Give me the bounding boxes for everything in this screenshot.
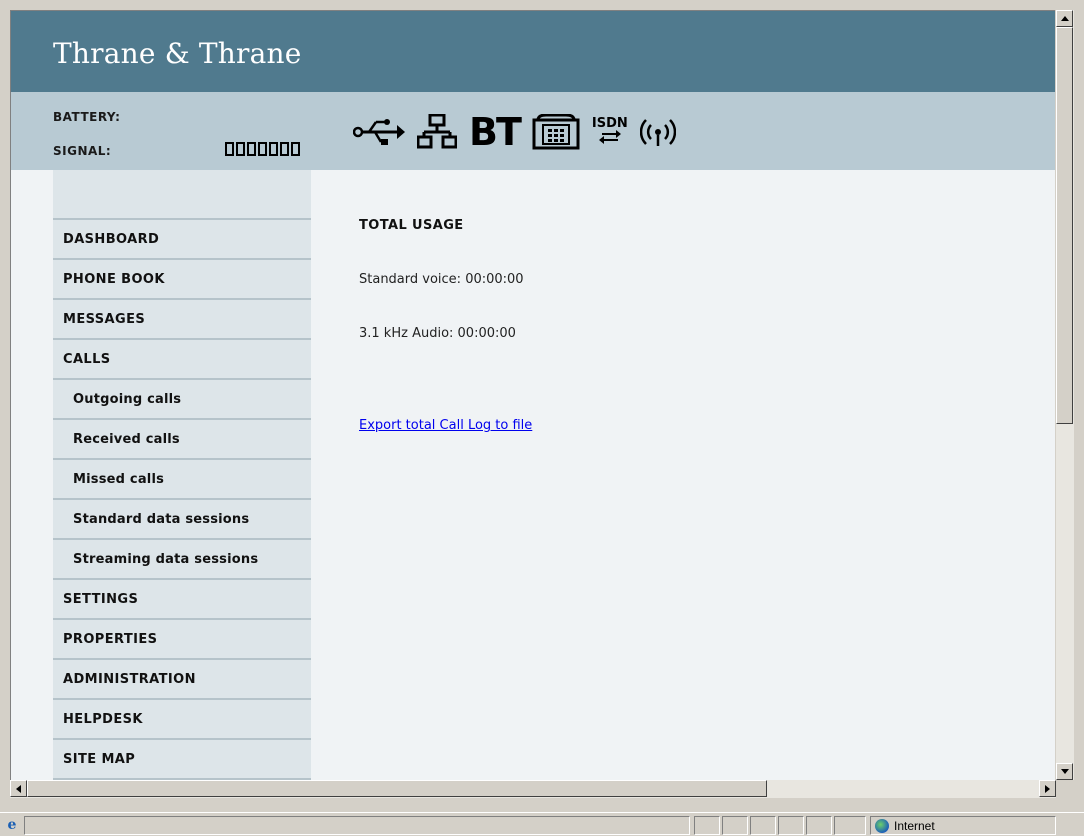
signal-strength-indicator [225,142,300,156]
isdn-icon: ISDN [592,117,628,147]
vertical-scrollbar[interactable] [1056,10,1074,780]
browser-status-bar: e Internet [0,812,1084,836]
horizontal-scrollbar[interactable] [10,780,1056,798]
status-panel [806,816,832,835]
zone-label: Internet [894,818,935,833]
sidebar-item-received-calls[interactable]: Received calls [53,418,311,458]
sidebar-item-settings[interactable]: SETTINGS [53,578,311,618]
sidebar-item-streaming-data-sessions[interactable]: Streaming data sessions [53,538,311,578]
scroll-down-button[interactable] [1056,763,1073,780]
sidebar-item-administration[interactable]: ADMINISTRATION [53,658,311,698]
sidebar-item-standard-data-sessions[interactable]: Standard data sessions [53,498,311,538]
status-panel [750,816,776,835]
sidebar-item-dashboard[interactable]: DASHBOARD [53,218,311,258]
audio-usage: 3.1 kHz Audio: 00:00:00 [359,326,516,341]
terminal-status-bar: BATTERY: SIGNAL: BT ISDN [11,92,1055,170]
sidebar-item-properties[interactable]: PROPERTIES [53,618,311,658]
sidebar-item-calls[interactable]: CALLS [53,338,311,378]
lan-icon [417,114,457,150]
status-panel [834,816,866,835]
status-panel [722,816,748,835]
bluetooth-icon: BT [469,110,522,154]
page-icon: e [7,817,17,833]
interface-icons: BT ISDN [353,110,676,154]
export-call-log-link[interactable]: Export total Call Log to file [359,418,532,433]
sidebar-nav: DASHBOARD PHONE BOOK MESSAGES CALLS Outg… [53,170,311,780]
status-panel [694,816,720,835]
security-zone: Internet [870,816,1056,835]
horizontal-scroll-thumb[interactable] [27,780,767,797]
header-banner: Thrane & Thrane [11,11,1055,92]
sidebar-item-messages[interactable]: MESSAGES [53,298,311,338]
sidebar-item-missed-calls[interactable]: Missed calls [53,458,311,498]
globe-icon [875,818,889,833]
scroll-right-button[interactable] [1039,780,1056,797]
status-text-panel [24,816,690,835]
isdn-label: ISDN [591,116,628,131]
scrollbar-corner [1056,780,1074,798]
phone-icon [532,114,580,150]
wlan-icon [639,114,676,150]
standard-voice-usage: Standard voice: 00:00:00 [359,272,524,287]
signal-label: SIGNAL: [53,144,112,158]
sidebar-item-outgoing-calls[interactable]: Outgoing calls [53,378,311,418]
sidebar-item-helpdesk[interactable]: HELPDESK [53,698,311,738]
battery-label: BATTERY: [53,110,121,124]
page-title: TOTAL USAGE [359,218,464,233]
sidebar-item-phone-book[interactable]: PHONE BOOK [53,258,311,298]
vertical-scroll-thumb[interactable] [1056,27,1073,424]
usb-icon [353,116,405,148]
sidebar-item-site-map[interactable]: SITE MAP [53,738,311,778]
browser-viewport: Thrane & Thrane BATTERY: SIGNAL: BT ISDN… [10,10,1055,780]
brand-logo: Thrane & Thrane [53,37,302,70]
status-panel [778,816,804,835]
scroll-left-button[interactable] [10,780,27,797]
scroll-up-button[interactable] [1056,10,1073,27]
